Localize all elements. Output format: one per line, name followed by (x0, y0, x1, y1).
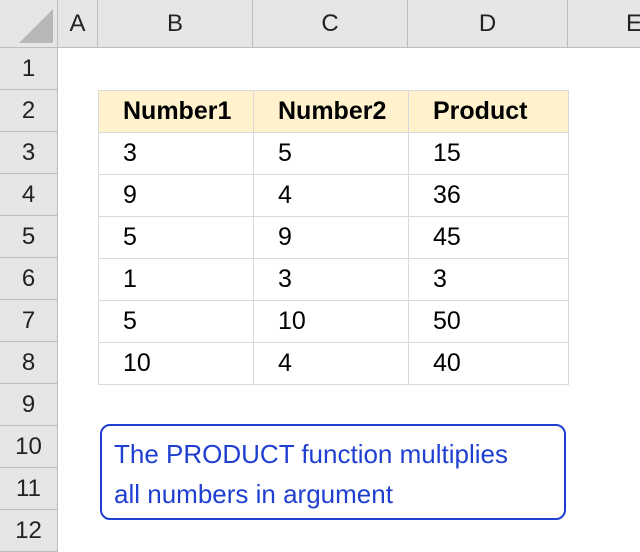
row-header-4[interactable]: 4 (0, 174, 57, 216)
cell-number1[interactable]: 5 (98, 216, 254, 259)
row-header-5[interactable]: 5 (0, 216, 57, 258)
callout-line-1: The PRODUCT function multiplies (114, 439, 508, 469)
column-header-c[interactable]: C (253, 0, 408, 47)
table-header-row: Number1 Number2 Product (98, 90, 569, 133)
row-header-1[interactable]: 1 (0, 48, 57, 90)
callout-line-2: all numbers in argument (114, 479, 393, 509)
cell-number1[interactable]: 5 (98, 300, 254, 343)
cell-number2[interactable]: 4 (253, 174, 409, 217)
column-header-d[interactable]: D (408, 0, 568, 47)
cell-number2[interactable]: 4 (253, 342, 409, 385)
row-header-12[interactable]: 12 (0, 510, 57, 552)
row-header-6[interactable]: 6 (0, 258, 57, 300)
table-row: 1 3 3 (98, 258, 569, 301)
cell-number2[interactable]: 9 (253, 216, 409, 259)
cell-number1[interactable]: 1 (98, 258, 254, 301)
spreadsheet: A B C D E 1 2 3 4 5 6 7 8 9 10 11 12 Num… (0, 0, 640, 552)
cell-number2[interactable]: 10 (253, 300, 409, 343)
column-header-e[interactable]: E (568, 0, 640, 47)
column-header-b[interactable]: B (98, 0, 253, 47)
cell-number1[interactable]: 9 (98, 174, 254, 217)
cell-number1[interactable]: 10 (98, 342, 254, 385)
table-row: 3 5 15 (98, 132, 569, 175)
table-row: 5 9 45 (98, 216, 569, 259)
row-header-3[interactable]: 3 (0, 132, 57, 174)
cell-product[interactable]: 40 (408, 342, 569, 385)
cell-product[interactable]: 45 (408, 216, 569, 259)
table-row: 5 10 50 (98, 300, 569, 343)
cell-product[interactable]: 50 (408, 300, 569, 343)
cell-number2[interactable]: 5 (253, 132, 409, 175)
table-row: 9 4 36 (98, 174, 569, 217)
row-header-9[interactable]: 9 (0, 384, 57, 426)
row-header-column: 1 2 3 4 5 6 7 8 9 10 11 12 (0, 48, 58, 552)
header-cell-number1[interactable]: Number1 (98, 90, 254, 133)
product-data-table: Number1 Number2 Product 3 5 15 9 4 36 5 … (98, 90, 569, 385)
row-header-7[interactable]: 7 (0, 300, 57, 342)
cell-number2[interactable]: 3 (253, 258, 409, 301)
cell-product[interactable]: 15 (408, 132, 569, 175)
cell-number1[interactable]: 3 (98, 132, 254, 175)
select-all-corner[interactable] (0, 0, 58, 47)
row-header-10[interactable]: 10 (0, 426, 57, 468)
cell-product[interactable]: 3 (408, 258, 569, 301)
row-header-11[interactable]: 11 (0, 468, 57, 510)
column-header-a[interactable]: A (58, 0, 98, 47)
table-row: 10 4 40 (98, 342, 569, 385)
select-all-triangle-icon (19, 9, 53, 43)
column-header-row: A B C D E (0, 0, 640, 48)
cell-product[interactable]: 36 (408, 174, 569, 217)
header-cell-number2[interactable]: Number2 (253, 90, 409, 133)
explanation-callout-box[interactable]: The PRODUCT function multiplies all numb… (100, 424, 566, 520)
row-header-8[interactable]: 8 (0, 342, 57, 384)
header-cell-product[interactable]: Product (408, 90, 569, 133)
row-header-2[interactable]: 2 (0, 90, 57, 132)
